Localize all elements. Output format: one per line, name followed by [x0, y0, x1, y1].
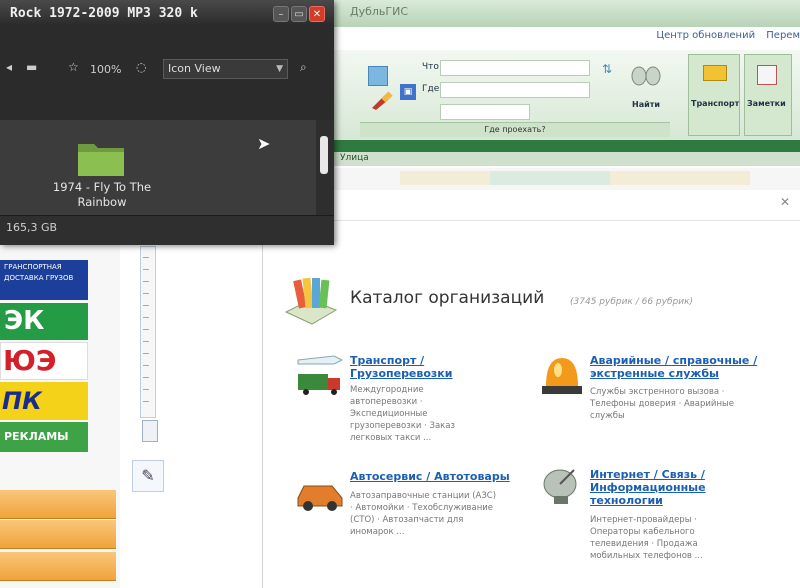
advert-ek[interactable]: ЭК: [0, 303, 88, 340]
update-center-link[interactable]: Центр обновлений: [656, 30, 755, 41]
binoculars-icon[interactable]: [630, 58, 662, 88]
window-title: Rock 1972-2009 MP3 320 k: [10, 6, 198, 21]
view-mode-label: Icon View: [168, 62, 221, 75]
what-label: Что: [422, 62, 439, 72]
content-header: [330, 190, 800, 221]
route-icon[interactable]: ▣: [400, 84, 416, 100]
ribbon-bottom-bar: [330, 140, 800, 152]
close-button[interactable]: ✕: [309, 6, 325, 22]
back-icon[interactable]: ◂: [6, 60, 12, 74]
category-transport-link[interactable]: Транспорт / Грузоперевозки: [350, 354, 470, 380]
zoom-slider[interactable]: [140, 246, 156, 418]
category-transport-desc: Междугородние автоперевозки · Экспедицио…: [350, 385, 456, 443]
advert-delivery[interactable]: ГРАНСПОРТНАЯ ДОСТАВКА ГРУЗОВ: [0, 260, 88, 300]
notes-button[interactable]: Заметки: [744, 54, 792, 136]
ruler-tool-button[interactable]: ✎: [132, 460, 164, 492]
zoom-in-icon[interactable]: ◌: [136, 60, 146, 74]
scrollbar-thumb[interactable]: [320, 136, 328, 174]
zoom-out-icon[interactable]: ☆: [68, 60, 79, 74]
transport-button[interactable]: Транспорт: [688, 54, 740, 136]
category-emergency-link[interactable]: Аварийные / справочные / экстренные служ…: [590, 354, 760, 380]
map-strip: [330, 168, 800, 191]
advert-reklamy[interactable]: РЕКЛАМЫ: [0, 422, 88, 452]
catalog-title: Каталог организаций: [350, 288, 545, 308]
category-emergency-desc: Службы экстренного вызова · Телефоны дов…: [590, 387, 734, 421]
view-mode-select[interactable]: Icon View ▼: [163, 59, 288, 79]
find-button[interactable]: Найти: [632, 100, 660, 109]
search-icon[interactable]: ⌕: [300, 60, 307, 75]
what-field[interactable]: [440, 60, 590, 76]
zoom-slider-thumb[interactable]: [142, 420, 158, 442]
header-links: Центр обновлений Перем: [648, 30, 800, 41]
extra-field[interactable]: [440, 104, 530, 120]
brush-icon[interactable]: [370, 90, 394, 112]
siren-icon: [536, 350, 588, 396]
divider: [262, 218, 263, 588]
where-label: Где: [422, 84, 440, 94]
satellite-dish-icon: [536, 462, 588, 508]
folder-name[interactable]: 1974 - Fly To The Rainbow: [30, 180, 174, 210]
address-tab[interactable]: Улица: [340, 153, 369, 163]
ribbon: ▣ Что Где ⇅ Где проехать? Найти Транспор…: [330, 50, 800, 141]
folder-icon[interactable]: [76, 138, 126, 178]
advert-yuz[interactable]: ЮЭ: [0, 342, 88, 380]
minimize-button[interactable]: –: [273, 6, 289, 22]
catalog-count: (3745 рубрик / 66 рубрик): [570, 297, 694, 307]
advert-pk[interactable]: ПК: [0, 382, 88, 420]
category-auto-link[interactable]: Автосервис / Автотовары: [350, 470, 510, 483]
zoom-level: 100%: [90, 63, 122, 76]
category-internet-link[interactable]: Интернет / Связь / Информационные технол…: [590, 468, 720, 507]
address-row: Улица: [330, 152, 800, 166]
ruler-icon: ✎: [141, 466, 155, 485]
free-space: 165,3 GB: [6, 221, 58, 234]
swap-icon[interactable]: ⇅: [602, 62, 616, 102]
search-group-label: Где проехать?: [360, 122, 670, 137]
orange-menu-button[interactable]: [0, 490, 116, 519]
more-link[interactable]: Перем: [766, 30, 800, 41]
truck-plane-icon: [294, 350, 346, 396]
mouse-cursor-icon: ➤: [257, 134, 271, 153]
chevron-down-icon: ▼: [276, 64, 283, 74]
maximize-button[interactable]: ▭: [291, 6, 307, 22]
close-icon[interactable]: ✕: [780, 195, 790, 209]
category-internet-desc: Интернет-провайдеры · Операторы кабельно…: [590, 515, 703, 561]
where-field[interactable]: [440, 82, 590, 98]
orange-menu-button[interactable]: [0, 520, 116, 549]
category-auto-desc: Автозаправочные станции (АЗС) · Автомойк…: [350, 491, 497, 537]
catalog-books-icon: [282, 272, 338, 326]
background-app-title: ДубльГИС: [350, 5, 409, 18]
computer-icon[interactable]: ▬: [26, 60, 37, 74]
bus-icon: [703, 65, 727, 81]
car-icon: [294, 468, 346, 514]
map-icon[interactable]: [368, 66, 388, 86]
notes-icon: [757, 65, 777, 85]
orange-menu-button[interactable]: [0, 552, 116, 581]
